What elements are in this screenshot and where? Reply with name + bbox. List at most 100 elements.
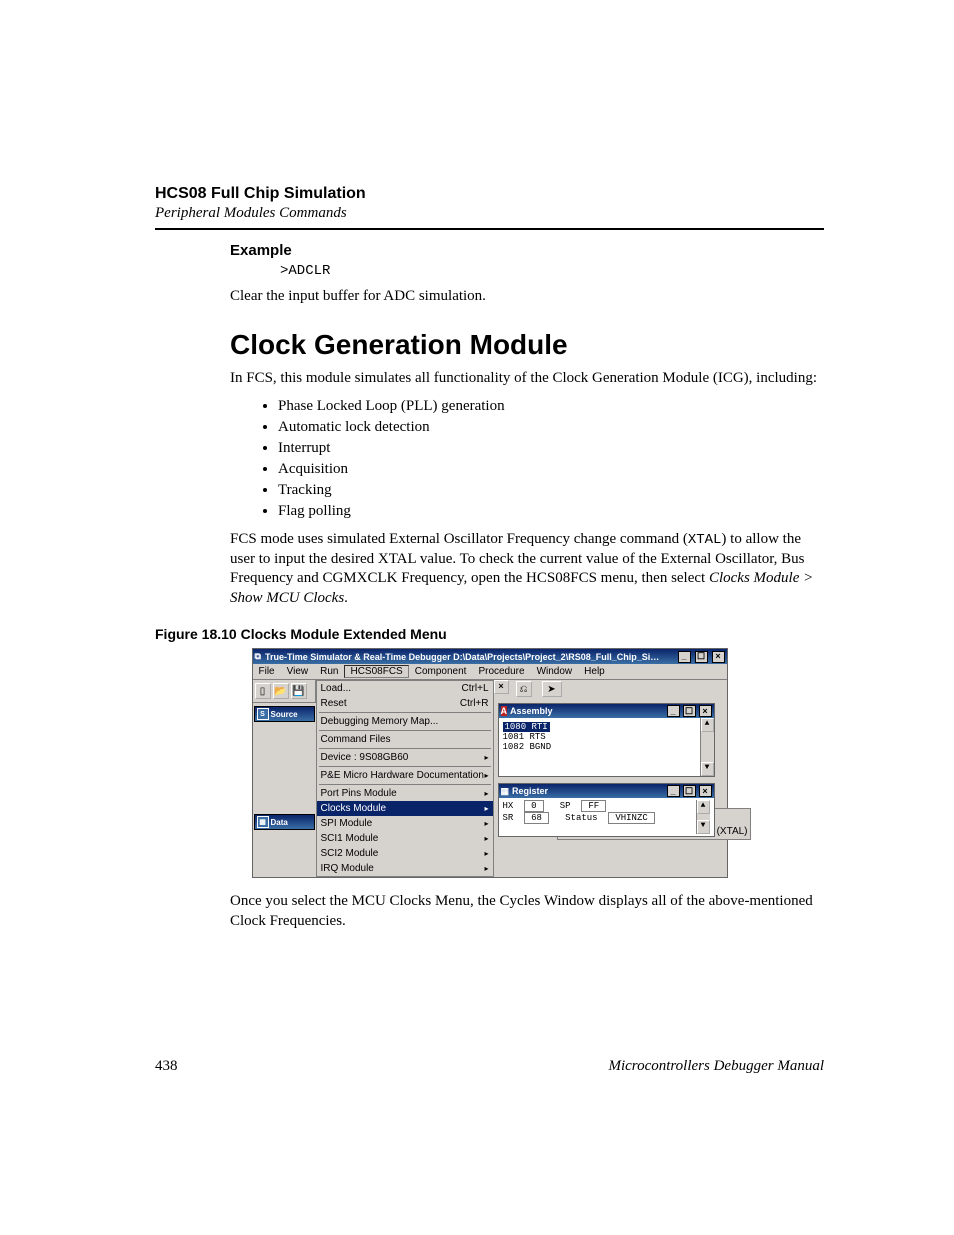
- chevron-right-icon: ▸: [484, 789, 488, 798]
- reg-value: VHINZC: [608, 812, 654, 824]
- section-para2: FCS mode uses simulated External Oscilla…: [230, 530, 824, 608]
- minimize-button[interactable]: _: [667, 705, 680, 717]
- scroll-down-icon[interactable]: ▼: [697, 820, 710, 834]
- menu-item-label: SPI Module: [321, 818, 373, 829]
- scrollbar[interactable]: ▲ ▼: [700, 718, 714, 776]
- toolbar-button[interactable]: ⎌: [516, 681, 532, 697]
- assembly-line: 1082 BGND: [503, 742, 696, 752]
- close-button[interactable]: ×: [699, 785, 712, 797]
- figure-caption: Figure 18.10 Clocks Module Extended Menu: [155, 626, 824, 642]
- assembly-window: A Assembly _ ☐ × 1080 RTI 1081 RTS 1082 …: [498, 703, 715, 777]
- app-icon: ⧉: [255, 651, 261, 662]
- menu-item-portpins[interactable]: Port Pins Module ▸: [317, 786, 493, 801]
- reg-label: SR: [503, 813, 514, 823]
- menu-item-clocks[interactable]: Clocks Module ▸: [317, 801, 493, 816]
- reg-value: 68: [524, 812, 549, 824]
- menu-help[interactable]: Help: [578, 665, 611, 678]
- menu-item-label: IRQ Module: [321, 863, 374, 874]
- scroll-up-icon[interactable]: ▲: [701, 718, 714, 732]
- chevron-right-icon: ▸: [484, 753, 488, 762]
- debugger-window: ⧉ True-Time Simulator & Real-Time Debugg…: [252, 648, 728, 878]
- menu-window[interactable]: Window: [531, 665, 579, 678]
- register-content: HX 0 SP FF SR 68 Status VHINZC: [503, 800, 696, 834]
- menu-item-load[interactable]: Load... Ctrl+L: [317, 681, 493, 696]
- menu-item-cmdfiles[interactable]: Command Files: [317, 732, 493, 747]
- menu-item-label: P&E Micro Hardware Documentation: [321, 770, 484, 781]
- maximize-button[interactable]: ☐: [695, 651, 708, 663]
- section-intro: In FCS, this module simulates all functi…: [230, 369, 824, 389]
- menu-item-label: Device : 9S08GB60: [321, 752, 409, 763]
- minimize-button[interactable]: _: [678, 651, 691, 663]
- chevron-right-icon: ▸: [484, 864, 488, 873]
- menu-item-label: Reset: [321, 698, 347, 709]
- inline-code: XTAL: [688, 532, 722, 548]
- header-subtitle: Peripheral Modules Commands: [155, 205, 824, 222]
- menu-separator: [319, 730, 491, 731]
- new-button[interactable]: ▯: [255, 683, 271, 699]
- close-button[interactable]: ×: [712, 651, 725, 663]
- menu-item-label: SCI2 Module: [321, 848, 379, 859]
- menu-item-spi[interactable]: SPI Module ▸: [317, 816, 493, 831]
- maximize-button[interactable]: ☐: [683, 705, 696, 717]
- menu-separator: [319, 784, 491, 785]
- toolbar-right: ⎌ ➤: [516, 681, 727, 697]
- section-outro: Once you select the MCU Clocks Menu, the…: [230, 892, 824, 931]
- menu-run[interactable]: Run: [314, 665, 344, 678]
- menu-item-dbgmap[interactable]: Debugging Memory Map...: [317, 714, 493, 729]
- register-titlebar: ▦ Register _ ☐ ×: [499, 784, 714, 798]
- chevron-right-icon: ▸: [484, 819, 488, 828]
- reg-label: Status: [565, 813, 597, 823]
- chevron-right-icon: ▸: [484, 771, 488, 780]
- menu-item-shortcut: Ctrl+L: [462, 683, 489, 694]
- reg-label: SP: [560, 801, 571, 811]
- save-button[interactable]: 💾: [291, 683, 307, 699]
- menu-item-reset[interactable]: Reset Ctrl+R: [317, 696, 493, 711]
- menu-hcs08fcs[interactable]: HCS08FCS: [344, 665, 408, 678]
- maximize-button[interactable]: ☐: [683, 785, 696, 797]
- example-label: Example: [230, 242, 824, 259]
- app-title: True-Time Simulator & Real-Time Debugger…: [265, 652, 659, 662]
- panel-close-button[interactable]: ×: [494, 680, 509, 694]
- run-button[interactable]: ➤: [542, 681, 562, 697]
- scroll-up-icon[interactable]: ▲: [697, 800, 710, 814]
- page-footer: 438 Microcontrollers Debugger Manual: [155, 1058, 824, 1075]
- para-text: .: [344, 590, 348, 606]
- menubar: File View Run HCS08FCS Component Procedu…: [253, 664, 727, 680]
- data-panel-title[interactable]: ▦ Data: [254, 814, 315, 830]
- list-item: Acquisition: [278, 461, 824, 478]
- assembly-line-selected: 1080 RTI: [503, 722, 550, 732]
- close-button[interactable]: ×: [699, 705, 712, 717]
- menu-item-pedoc[interactable]: P&E Micro Hardware Documentation ▸: [317, 768, 493, 783]
- menu-file[interactable]: File: [253, 665, 281, 678]
- reg-value: 0: [524, 800, 543, 812]
- menu-item-label: Load...: [321, 683, 352, 694]
- menu-item-sci1[interactable]: SCI1 Module ▸: [317, 831, 493, 846]
- menu-item-label: Port Pins Module: [321, 788, 397, 799]
- register-window: ▦ Register _ ☐ × HX 0 SP: [498, 783, 715, 837]
- toolbar-left: ▯ 📂 💾: [253, 680, 316, 703]
- menu-item-device[interactable]: Device : 9S08GB60 ▸: [317, 750, 493, 765]
- list-item: Flag polling: [278, 503, 824, 520]
- menu-view[interactable]: View: [281, 665, 315, 678]
- open-button[interactable]: 📂: [273, 683, 289, 699]
- assembly-titlebar: A Assembly _ ☐ ×: [499, 704, 714, 718]
- menu-item-sci2[interactable]: SCI2 Module ▸: [317, 846, 493, 861]
- minimize-button[interactable]: _: [667, 785, 680, 797]
- titlebar: ⧉ True-Time Simulator & Real-Time Debugg…: [253, 649, 727, 664]
- scrollbar[interactable]: ▲ ▼: [696, 800, 710, 834]
- list-item: Automatic lock detection: [278, 419, 824, 436]
- reg-label: HX: [503, 801, 514, 811]
- menu-component[interactable]: Component: [409, 665, 473, 678]
- hcs08fcs-dropdown: Load... Ctrl+L Reset Ctrl+R Debugging Me…: [316, 680, 494, 877]
- source-icon: S: [257, 708, 269, 720]
- source-panel-title[interactable]: S Source: [254, 706, 315, 722]
- feature-list: Phase Locked Loop (PLL) generation Autom…: [278, 398, 824, 520]
- menu-item-irq[interactable]: IRQ Module ▸: [317, 861, 493, 876]
- menu-item-shortcut: Ctrl+R: [460, 698, 489, 709]
- scroll-down-icon[interactable]: ▼: [701, 762, 714, 776]
- menu-separator: [319, 766, 491, 767]
- example-command: >ADCLR: [280, 263, 824, 279]
- register-icon: ▦: [501, 786, 510, 797]
- menu-item-label: Debugging Memory Map...: [321, 716, 439, 727]
- menu-procedure[interactable]: Procedure: [472, 665, 530, 678]
